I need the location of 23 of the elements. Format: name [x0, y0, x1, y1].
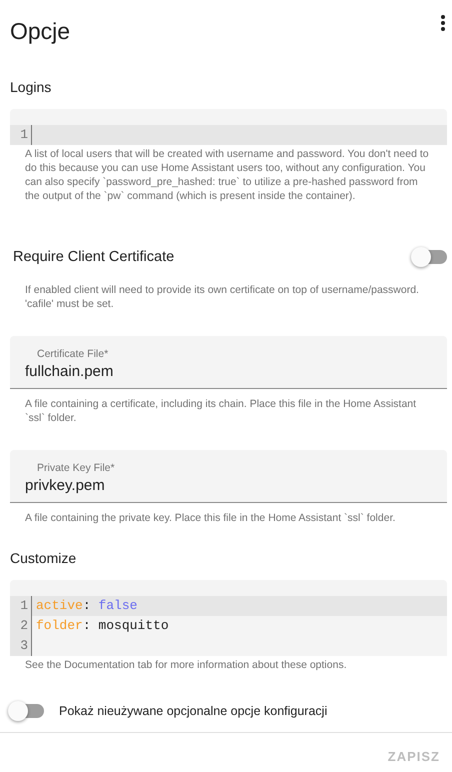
line-number: 3 [10, 636, 32, 656]
code-editor[interactable]: 1 [10, 109, 447, 145]
help-text: A list of local users that will be created with username and password. You don't need to do this because you can use Home Assistant users too, without any configuration. You can also specify `password_pre_hashed: true` to utilize a pre-hashed password from the output of the `pw` command (which is present inside the container). [24, 147, 430, 203]
switch-label: Require Client Certificate [13, 249, 174, 265]
text-field[interactable]: Certificate File* fullchain.pem [10, 336, 447, 389]
section-heading: Logins [9, 78, 52, 97]
toggle-switch[interactable] [10, 704, 44, 718]
help-text: See the Documentation tab for more information about these options. [24, 658, 348, 672]
toggle-switch[interactable] [413, 250, 447, 264]
section-heading: Customize [9, 549, 78, 568]
more-menu-icon[interactable] [440, 14, 446, 32]
code-editor[interactable]: 1 active: false 2 folder: mosquitto 3 [10, 580, 447, 656]
text-field[interactable]: Private Key File* privkey.pem [10, 450, 447, 503]
help-text: A file containing the private key. Place this file in the Home Assistant `ssl` folder. [24, 511, 396, 525]
input-field[interactable]: fullchain.pem [25, 360, 437, 380]
page-title: Opcje [10, 18, 70, 45]
field-label: Certificate File* [36, 348, 110, 360]
toggle-label: Pokaż nieużywane opcjonalne opcje konfiguracji [59, 704, 328, 718]
help-text: If enabled client will need to provide its own certificate on top of username/password. 'cafile' must be set. [24, 283, 420, 311]
line-number: 2 [10, 616, 32, 636]
field-label: Private Key File* [36, 462, 116, 474]
input-field[interactable]: privkey.pem [25, 474, 437, 494]
help-text: A file containing a certificate, including its chain. Place this file in the Home Assistant `ssl` folder. [24, 397, 418, 425]
